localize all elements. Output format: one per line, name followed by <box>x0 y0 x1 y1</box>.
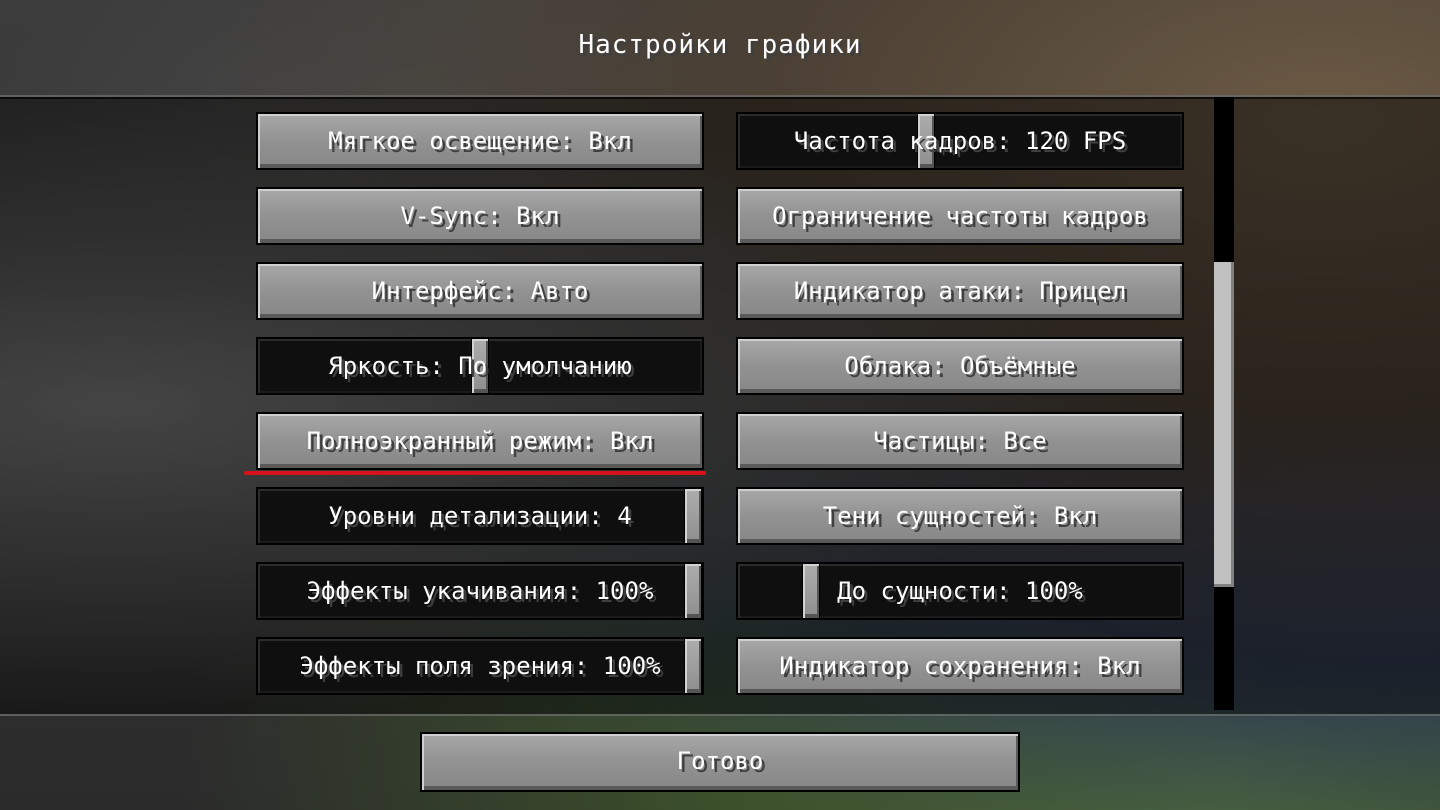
done-button-label: Готово <box>676 747 764 775</box>
option-button-left-1[interactable]: Мягкое освещение: Вкл <box>256 112 704 170</box>
option-label: Индикатор сохранения: Вкл <box>779 652 1141 680</box>
option-label: Интерфейс: Авто <box>371 277 589 305</box>
option-slider-right-7[interactable]: До сущности: 100% <box>736 562 1184 620</box>
option-button-right-8[interactable]: Индикатор сохранения: Вкл <box>736 637 1184 695</box>
option-label: Полноэкранный режим: Вкл <box>306 427 654 455</box>
done-button[interactable]: Готово <box>420 732 1020 792</box>
option-slider-left-4[interactable]: Яркость: По умолчанию <box>256 337 704 395</box>
option-button-left-2[interactable]: V-Sync: Вкл <box>256 187 704 245</box>
option-label: Индикатор атаки: Прицел <box>793 277 1127 305</box>
option-button-right-2[interactable]: Ограничение частоты кадров <box>736 187 1184 245</box>
graphics-settings-screen: Настройки графики Мягкое освещение: Вкл V… <box>0 0 1440 810</box>
scrollbar-thumb[interactable] <box>1214 262 1234 587</box>
option-button-right-3[interactable]: Индикатор атаки: Прицел <box>736 262 1184 320</box>
option-label: Эффекты поля зрения: 100% <box>299 652 661 680</box>
option-label: Частицы: Все <box>873 427 1047 455</box>
option-button-right-4[interactable]: Облака: Объёмные <box>736 337 1184 395</box>
option-slider-left-8[interactable]: Эффекты поля зрения: 100% <box>256 637 704 695</box>
option-button-left-3[interactable]: Интерфейс: Авто <box>256 262 704 320</box>
option-button-right-5[interactable]: Частицы: Все <box>736 412 1184 470</box>
option-slider-left-7[interactable]: Эффекты укачивания: 100% <box>256 562 704 620</box>
option-label: Частота кадров: 120 FPS <box>793 127 1127 155</box>
option-label: Эффекты укачивания: 100% <box>306 577 654 605</box>
slider-knob[interactable] <box>684 564 702 618</box>
option-button-right-6[interactable]: Тени сущностей: Вкл <box>736 487 1184 545</box>
option-label: Яркость: По умолчанию <box>328 352 632 380</box>
slider-knob[interactable] <box>802 564 820 618</box>
slider-knob[interactable] <box>684 639 702 693</box>
option-slider-left-6[interactable]: Уровни детализации: 4 <box>256 487 704 545</box>
screen-title: Настройки графики <box>578 30 862 60</box>
slider-knob[interactable] <box>684 489 702 543</box>
option-label: Уровни детализации: 4 <box>328 502 632 530</box>
highlight-underline <box>244 471 706 475</box>
option-label: Ограничение частоты кадров <box>772 202 1148 230</box>
option-label: Мягкое освещение: Вкл <box>328 127 632 155</box>
option-label: До сущности: 100% <box>837 577 1083 605</box>
option-slider-right-1[interactable]: Частота кадров: 120 FPS <box>736 112 1184 170</box>
option-label: V-Sync: Вкл <box>400 202 560 230</box>
option-button-left-5[interactable]: Полноэкранный режим: Вкл <box>256 412 704 470</box>
option-label: Тени сущностей: Вкл <box>822 502 1098 530</box>
option-label: Облака: Объёмные <box>844 352 1076 380</box>
